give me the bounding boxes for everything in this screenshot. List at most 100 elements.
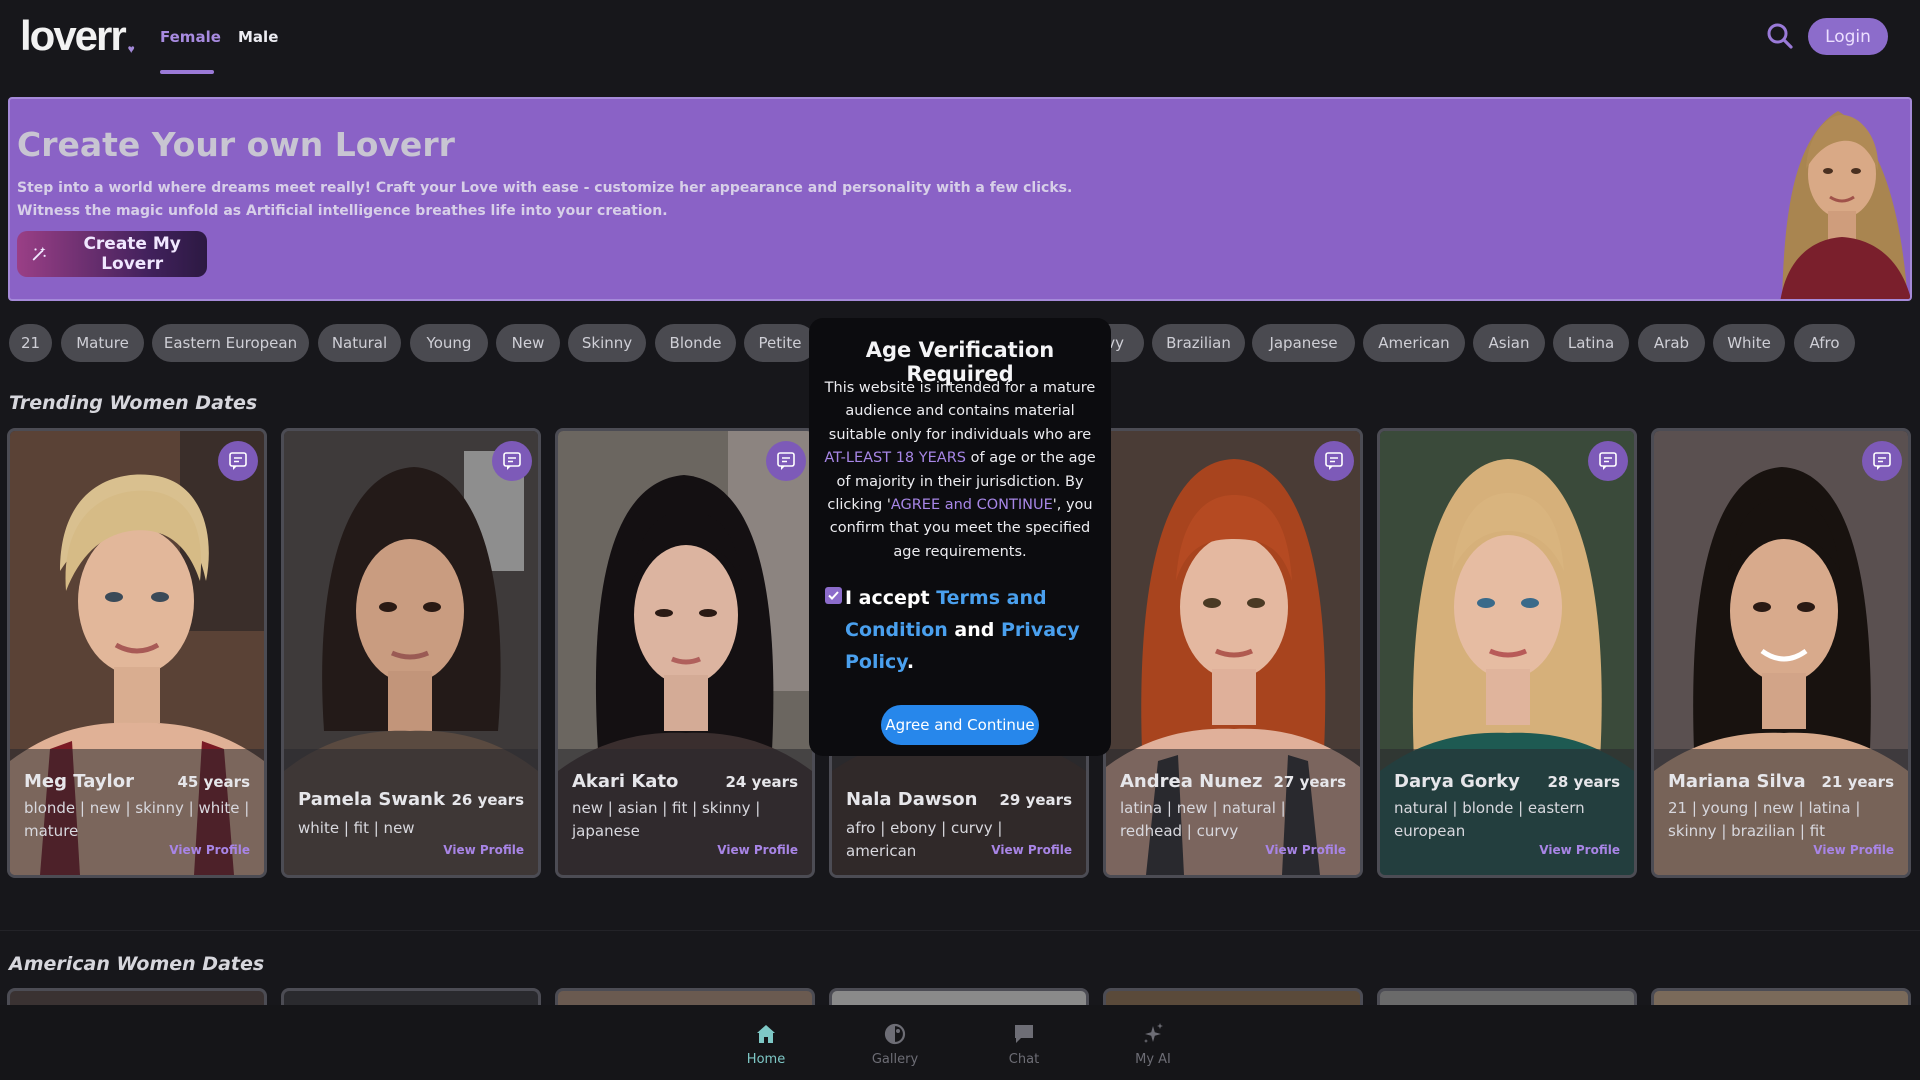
chat-button[interactable] (766, 441, 806, 481)
tag-eastern-european[interactable]: Eastern European (152, 324, 309, 362)
chat-bubble-icon (1873, 452, 1891, 470)
view-profile-link[interactable]: View Profile (1813, 843, 1894, 857)
card-info: Mariana Silva 21 years 21 | young | new … (1654, 749, 1908, 875)
banner-description-line-1: Step into a world where dreams meet real… (17, 180, 1073, 196)
search-icon[interactable] (1766, 22, 1794, 50)
card-name: Akari Kato (572, 771, 679, 792)
card-info: Nala Dawson 29 years afro | ebony | curv… (832, 749, 1086, 875)
tab-female[interactable]: Female (160, 28, 221, 46)
agree-continue-highlight: AGREE and CONTINUE (890, 497, 1053, 514)
nav-home[interactable]: Home (726, 1022, 806, 1067)
card-tags: natural | blonde | eastern european (1394, 799, 1585, 840)
profile-card-pamela-swank[interactable]: Pamela Swank 26 years white | fit | new … (281, 428, 541, 878)
card-info: Andrea Nunez 27 years latina | new | nat… (1106, 749, 1360, 875)
chat-button[interactable] (1862, 441, 1902, 481)
banner-description: Step into a world where dreams meet real… (17, 177, 1072, 223)
tag-21[interactable]: 21 (9, 324, 52, 362)
age-requirement-highlight: AT-LEAST 18 YEARS (824, 450, 966, 467)
tag-brazilian[interactable]: Brazilian (1152, 324, 1245, 362)
card-name: Pamela Swank (298, 789, 445, 810)
section-title-american: American Women Dates (9, 953, 265, 975)
tab-male[interactable]: Male (238, 28, 278, 46)
tag-skinny[interactable]: Skinny (568, 324, 646, 362)
logo-text: loverr (20, 12, 127, 59)
view-profile-link[interactable]: View Profile (169, 843, 250, 857)
profile-card-meg-taylor[interactable]: Meg Taylor 45 years blonde | new | skinn… (7, 428, 267, 878)
tag-american[interactable]: American (1363, 324, 1465, 362)
agree-and-continue-button[interactable]: Agree and Continue (881, 705, 1039, 745)
nav-chat[interactable]: Chat (984, 1022, 1064, 1067)
card-tags: new | asian | fit | skinny | japanese (572, 799, 761, 840)
logo[interactable]: loverr ♥ (20, 12, 135, 60)
tag-blonde[interactable]: Blonde (655, 324, 736, 362)
chat-bubble-icon (777, 452, 795, 470)
create-my-loverr-label: Create My Loverr (83, 234, 181, 274)
nav-my-ai-label: My AI (1135, 1052, 1171, 1067)
nav-gallery-label: Gallery (871, 1052, 919, 1067)
top-header: loverr ♥ Female Male Login (0, 0, 1920, 74)
tag-japanese[interactable]: Japanese (1252, 324, 1355, 362)
card-age: 27 years (1273, 773, 1347, 791)
heart-icon: ♥ (127, 42, 135, 56)
card-tags: white | fit | new (298, 819, 415, 837)
profile-card-akari-kato[interactable]: Akari Kato 24 years new | asian | fit | … (555, 428, 815, 878)
chat-bubble-icon (1599, 452, 1617, 470)
card-age: 29 years (999, 791, 1073, 809)
tag-white[interactable]: White (1713, 324, 1785, 362)
tag-natural[interactable]: Natural (318, 324, 401, 362)
accept-terms-checkbox[interactable] (825, 587, 842, 604)
card-name: Andrea Nunez (1120, 771, 1263, 792)
view-profile-link[interactable]: View Profile (1539, 843, 1620, 857)
card-tags: latina | new | natural | redhead | curvy (1120, 799, 1286, 840)
tag-asian[interactable]: Asian (1473, 324, 1545, 362)
banner-description-line-2: Witness the magic unfold as Artificial i… (17, 203, 668, 219)
view-profile-link[interactable]: View Profile (717, 843, 798, 857)
checkmark-icon (828, 591, 839, 600)
nav-chat-label: Chat (1008, 1052, 1040, 1067)
home-icon (757, 1025, 775, 1043)
chat-button[interactable] (1314, 441, 1354, 481)
banner-title: Create Your own Loverr (17, 125, 455, 164)
profile-card-darya-gorky[interactable]: Darya Gorky 28 years natural | blonde | … (1377, 428, 1637, 878)
card-info: Darya Gorky 28 years natural | blonde | … (1380, 749, 1634, 875)
profile-card-mariana-silva[interactable]: Mariana Silva 21 years 21 | young | new … (1651, 428, 1911, 878)
page: loverr ♥ Female Male Login Create Your ow… (0, 0, 1920, 1080)
tag-petite[interactable]: Petite (744, 324, 816, 362)
chat-button[interactable] (1588, 441, 1628, 481)
view-profile-link[interactable]: View Profile (443, 843, 524, 857)
chat-button[interactable] (492, 441, 532, 481)
card-age: 21 years (1821, 773, 1895, 791)
view-profile-link[interactable]: View Profile (1265, 843, 1346, 857)
chat-bubble-icon (1325, 452, 1343, 470)
active-tab-indicator (160, 70, 214, 74)
nav-gallery[interactable]: Gallery (855, 1022, 935, 1067)
view-profile-link[interactable]: View Profile (991, 843, 1072, 857)
tag-mature[interactable]: Mature (61, 324, 144, 362)
chat-button[interactable] (218, 441, 258, 481)
tag-arab[interactable]: Arab (1638, 324, 1705, 362)
age-verification-modal: Age Verification Required This website i… (809, 318, 1111, 756)
card-tags: 21 | young | new | latina | skinny | bra… (1668, 799, 1861, 840)
tag-young[interactable]: Young (410, 324, 488, 362)
tag-afro[interactable]: Afro (1794, 324, 1855, 362)
nav-my-ai[interactable]: My AI (1113, 1022, 1193, 1067)
profile-card-andrea-nunez[interactable]: Andrea Nunez 27 years latina | new | nat… (1103, 428, 1363, 878)
create-my-loverr-button[interactable]: Create My Loverr (17, 231, 207, 277)
card-name: Mariana Silva (1668, 771, 1806, 792)
sparkle-icon (1144, 1023, 1163, 1043)
bottom-navigation (0, 1005, 1920, 1080)
login-button[interactable]: Login (1808, 18, 1888, 55)
tag-new[interactable]: New (496, 324, 560, 362)
accept-period: . (906, 651, 915, 673)
card-info: Pamela Swank 26 years white | fit | new … (284, 749, 538, 875)
banner-portrait-image (1762, 99, 1910, 299)
card-name: Nala Dawson (846, 789, 978, 810)
magic-wand-icon (32, 246, 46, 261)
chat-bubble-icon (503, 452, 521, 470)
tag-latina[interactable]: Latina (1553, 324, 1629, 362)
accept-and: and (947, 619, 1001, 641)
card-info: Akari Kato 24 years new | asian | fit | … (558, 749, 812, 875)
section-divider (0, 930, 1920, 931)
accept-terms-label: I accept Terms and Condition and Privacy… (845, 582, 1085, 678)
gallery-icon (884, 1023, 906, 1045)
